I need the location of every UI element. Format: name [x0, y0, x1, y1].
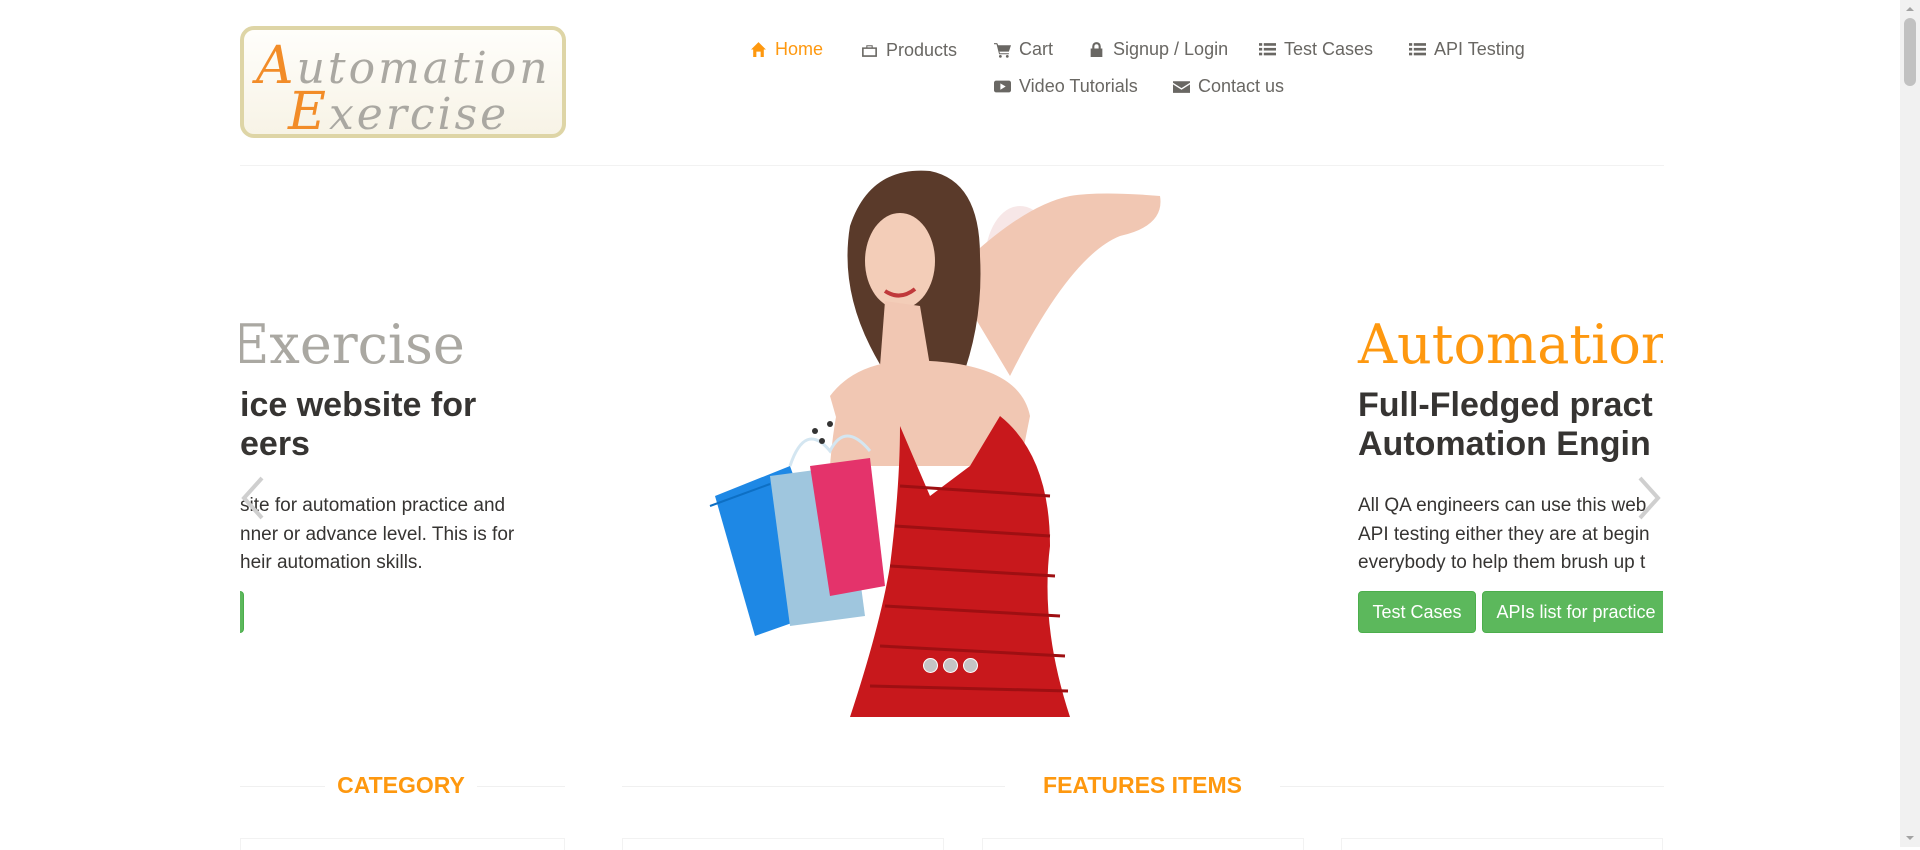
test-cases-button[interactable]: Test Cases — [1358, 591, 1476, 633]
slide-title: AutomationE — [1358, 313, 1663, 376]
slider-current-slide: AutomationE Full-Fledged pract Automatio… — [1350, 300, 1663, 650]
nav-products[interactable]: Products — [861, 40, 957, 61]
features-items-title: FEATURES ITEMS — [1005, 772, 1280, 799]
slide-prev-text-1: site for automation practice and — [240, 495, 506, 516]
slider-prev-slide: Exercise ice website for eers site for a… — [240, 300, 570, 650]
slide-prev-title: Exercise — [240, 313, 465, 376]
home-icon — [751, 42, 766, 57]
carousel-next-arrow-icon[interactable] — [1636, 474, 1664, 522]
scroll-down-arrow-icon[interactable] — [1905, 833, 1915, 843]
list-icon — [1259, 43, 1276, 56]
hero-model-image — [709, 170, 1161, 717]
site-logo[interactable]: Automation Exercise — [240, 26, 566, 142]
slide-title-accent: Automation — [1358, 313, 1663, 376]
slide-text-2: API testing either they are at begin — [1358, 524, 1650, 545]
product-card-3 — [1341, 838, 1663, 850]
nav-test-cases[interactable]: Test Cases — [1259, 39, 1373, 60]
scroll-up-arrow-icon[interactable] — [1905, 4, 1915, 14]
slide-prev-text-3: heir automation skills. — [240, 552, 423, 573]
nav-api-testing[interactable]: API Testing — [1409, 39, 1525, 60]
nav-contact-us[interactable]: Contact us — [1173, 76, 1284, 97]
slide-prev-text-2: nner or advance level. This is for — [240, 524, 515, 545]
slide-text-3: everybody to help them brush up t — [1358, 552, 1646, 573]
carousel-indicator-2[interactable] — [943, 658, 958, 673]
cart-icon — [994, 43, 1011, 58]
nav-signup-login-label: Signup / Login — [1113, 39, 1229, 59]
slide-subtitle-1: Full-Fledged pract — [1358, 386, 1653, 424]
nav-signup-login[interactable]: Signup / Login — [1088, 39, 1228, 60]
product-card-2 — [982, 838, 1304, 850]
youtube-icon — [994, 80, 1011, 93]
nav-contact-us-label: Contact us — [1198, 76, 1285, 96]
envelope-icon — [1173, 81, 1190, 93]
slide-prev-subtitle-1: ice website for — [240, 386, 477, 424]
list-icon — [1409, 43, 1426, 56]
nav-products-label: Products — [886, 40, 958, 60]
slide-subtitle-2: Automation Engin — [1358, 425, 1651, 463]
product-card-1 — [622, 838, 944, 850]
scrollbar-track[interactable] — [1900, 0, 1920, 847]
category-title: CATEGORY — [325, 772, 477, 799]
logo-line-2: Exercise — [288, 82, 509, 142]
nav-cart-label: Cart — [1019, 39, 1054, 59]
logo-word-exercise: xercise — [328, 89, 510, 140]
lock-icon — [1090, 42, 1103, 57]
carousel-indicator-3[interactable] — [963, 658, 978, 673]
slide-text-1: All QA engineers can use this web — [1358, 495, 1647, 516]
carousel-prev-arrow-icon[interactable] — [238, 474, 266, 522]
nav-home-label: Home — [775, 39, 824, 59]
slide-prev-button[interactable] — [240, 591, 244, 633]
scrollbar-thumb[interactable] — [1904, 18, 1916, 86]
category-panel — [240, 838, 565, 850]
nav-test-cases-label: Test Cases — [1284, 39, 1374, 59]
carousel-indicator-1[interactable] — [923, 658, 938, 673]
nav-api-testing-label: API Testing — [1434, 39, 1525, 59]
nav-home[interactable]: Home — [750, 39, 823, 60]
apis-list-button[interactable]: APIs list for practice — [1482, 591, 1663, 633]
nav-video-tutorials[interactable]: Video Tutorials — [994, 76, 1138, 97]
slide-prev-subtitle-2: eers — [240, 425, 310, 463]
nav-video-tutorials-label: Video Tutorials — [1019, 76, 1138, 96]
nav-cart[interactable]: Cart — [994, 39, 1053, 60]
logo-initial-e: E — [288, 82, 329, 142]
briefcase-icon — [862, 45, 877, 57]
